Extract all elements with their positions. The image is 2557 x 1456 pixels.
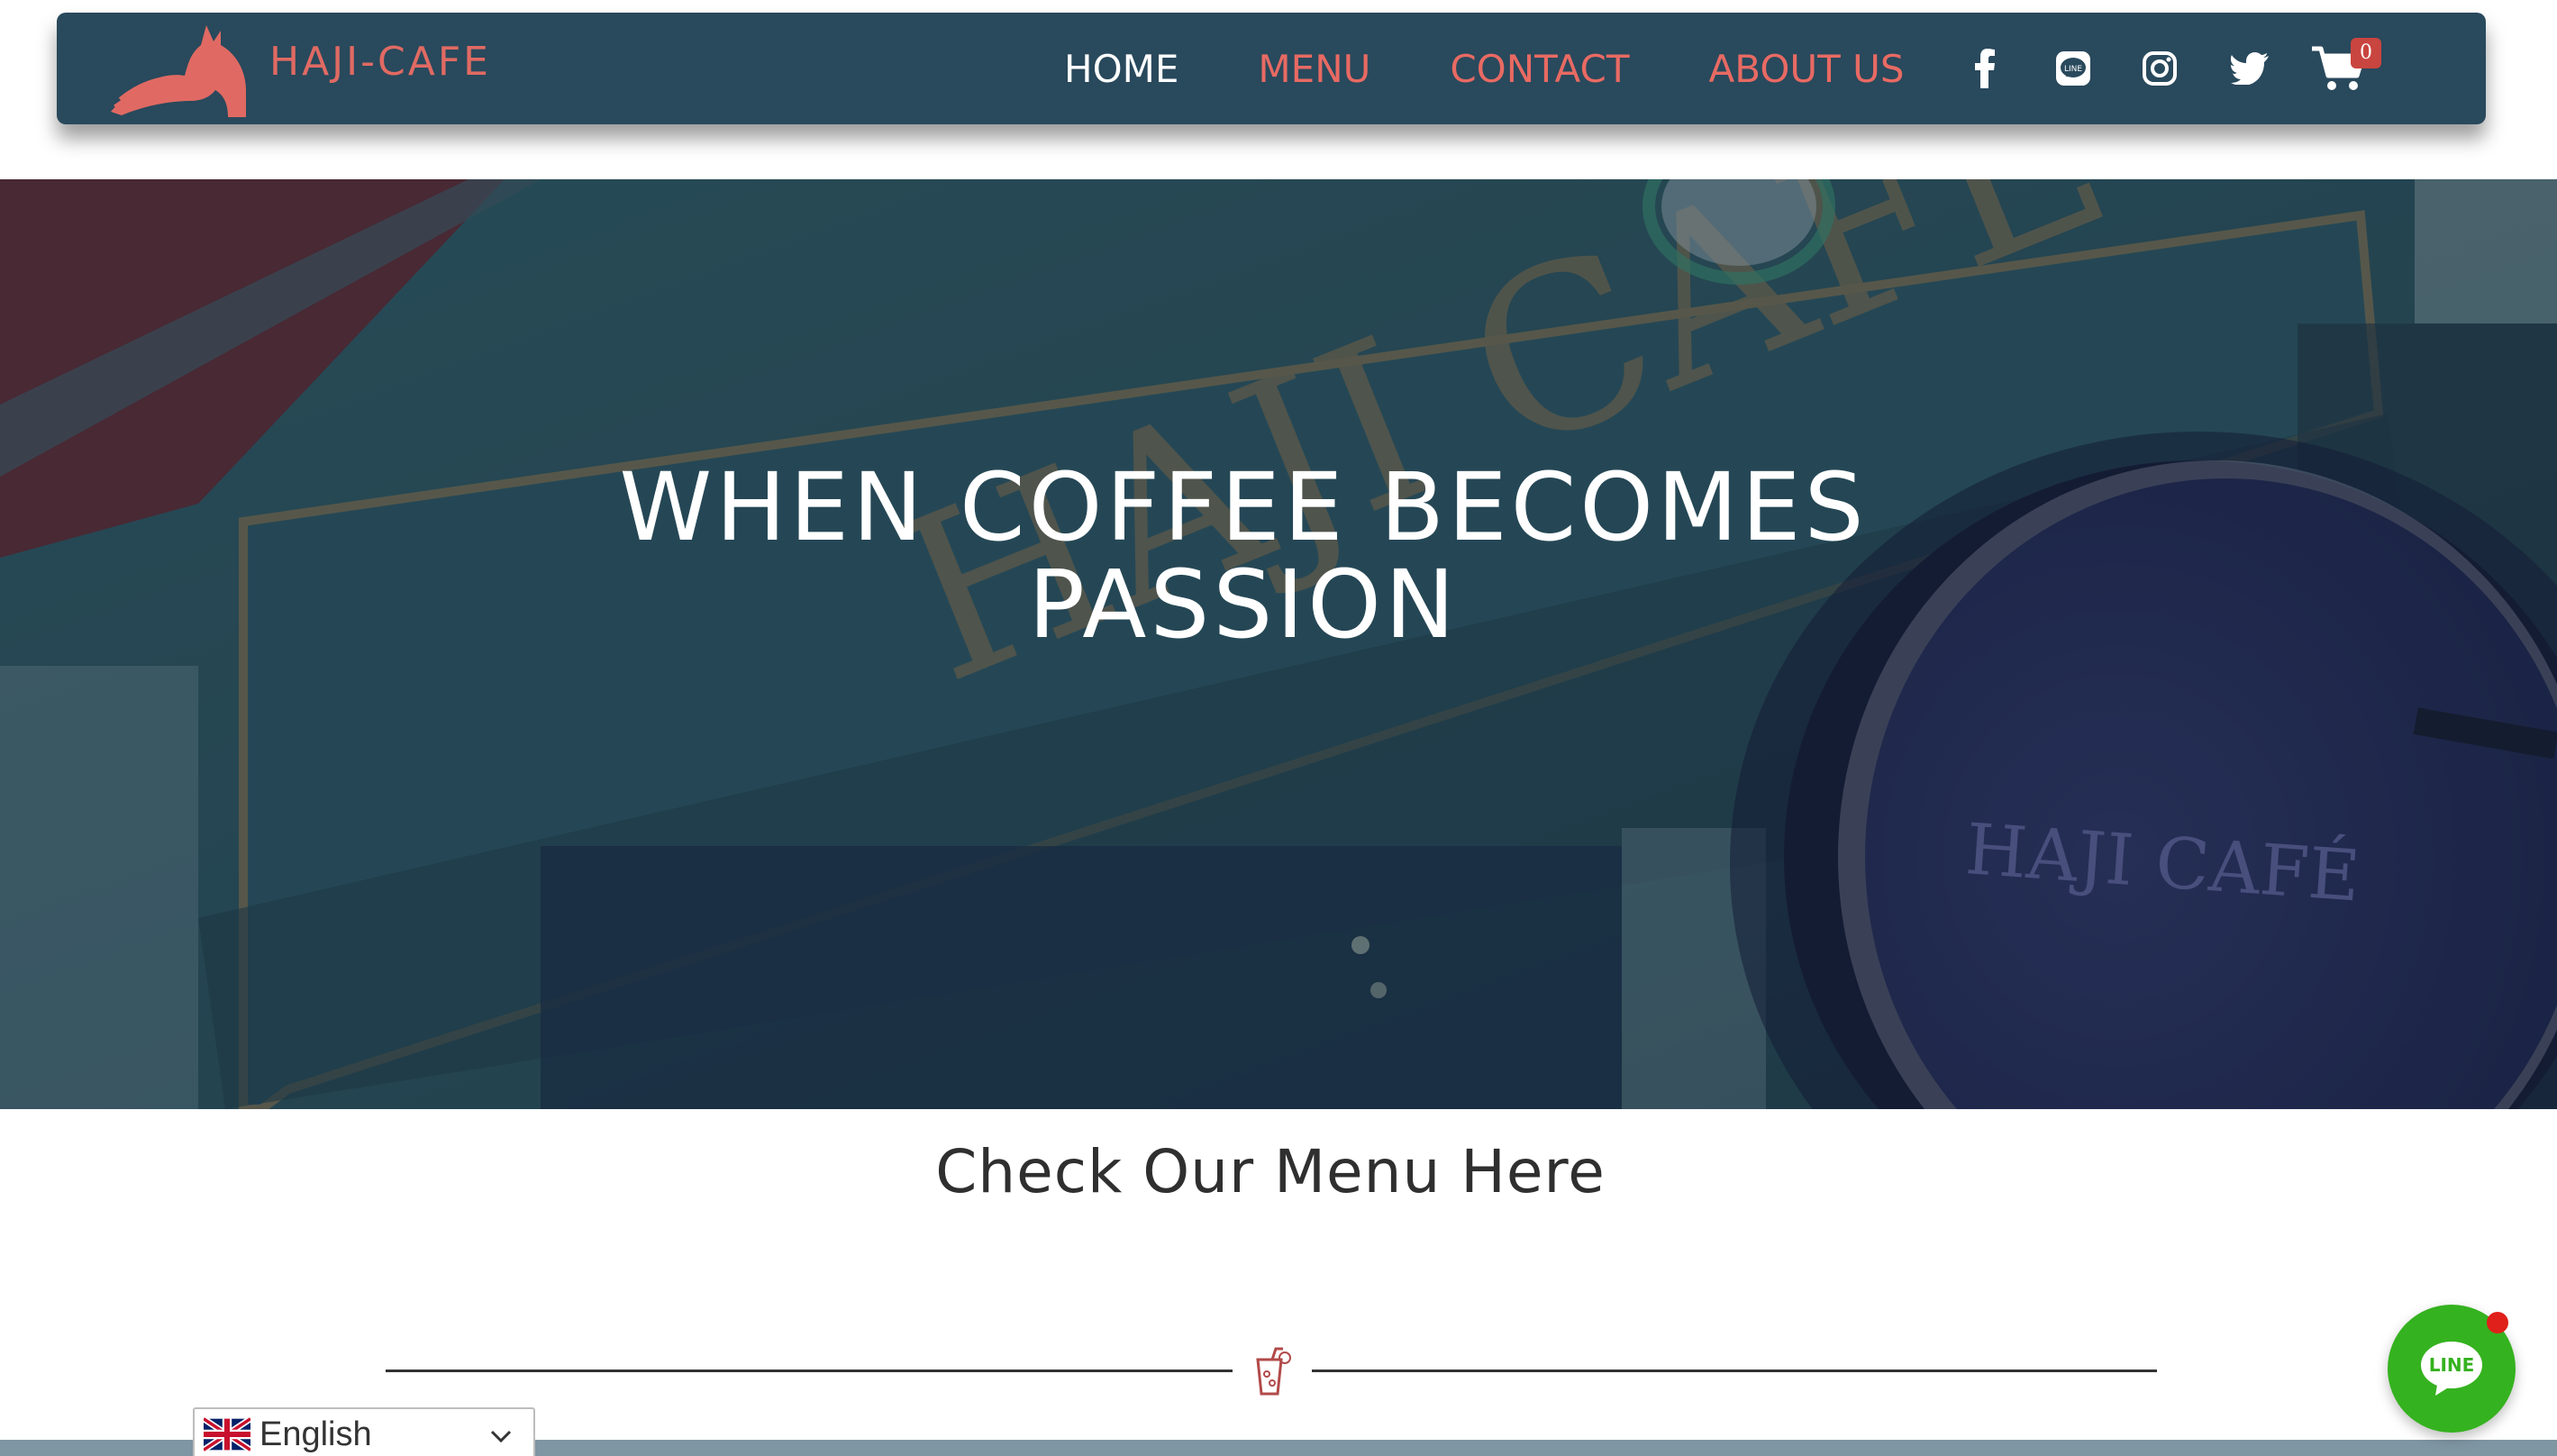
logo-text: HAJI-CAFE — [269, 38, 491, 85]
site-header: HAJI-CAFE HOME MENU CONTACT ABOUT US LIN… — [57, 13, 2486, 124]
line-chat-icon: LINE — [2421, 1342, 2482, 1396]
page: HAJI-CAFE HOME MENU CONTACT ABOUT US LIN… — [0, 0, 2557, 1456]
language-label: English — [259, 1415, 372, 1453]
chevron-down-icon — [490, 1430, 512, 1443]
line-chat-label: LINE — [2429, 1354, 2475, 1376]
drink-icon — [1256, 1347, 1291, 1396]
svg-text:LINE: LINE — [2064, 65, 2082, 74]
site-logo[interactable]: HAJI-CAFE — [102, 13, 491, 124]
menu-section-title: Check Our Menu Here — [935, 1137, 1606, 1206]
divider-left — [386, 1370, 1233, 1372]
notification-dot — [2487, 1312, 2508, 1333]
horse-logo-icon — [111, 25, 246, 117]
hero-title: WHEN COFFEE BECOMES PASSION — [619, 452, 1868, 660]
nav-about-us[interactable]: ABOUT US — [1709, 47, 1905, 91]
language-selector[interactable]: English — [193, 1407, 535, 1456]
nav-contact[interactable]: CONTACT — [1450, 47, 1629, 91]
twitter-icon[interactable] — [2226, 13, 2273, 124]
main-nav: HOME MENU CONTACT ABOUT US — [1064, 13, 1905, 124]
uk-flag-icon — [204, 1416, 250, 1452]
nav-home[interactable]: HOME — [1064, 47, 1178, 91]
line-icon[interactable]: LINE — [2052, 13, 2095, 124]
hero-banner: HAJI CAFE HAJI CAFÉ WHEN COFFEE BECOMES … — [0, 179, 2557, 1109]
instagram-icon[interactable] — [2138, 13, 2181, 124]
facebook-icon[interactable] — [1965, 13, 2005, 124]
nav-menu[interactable]: MENU — [1258, 47, 1370, 91]
divider-right — [1312, 1370, 2157, 1372]
cart-count-badge: 0 — [2351, 38, 2381, 68]
cart-icon[interactable] — [2309, 13, 2369, 124]
